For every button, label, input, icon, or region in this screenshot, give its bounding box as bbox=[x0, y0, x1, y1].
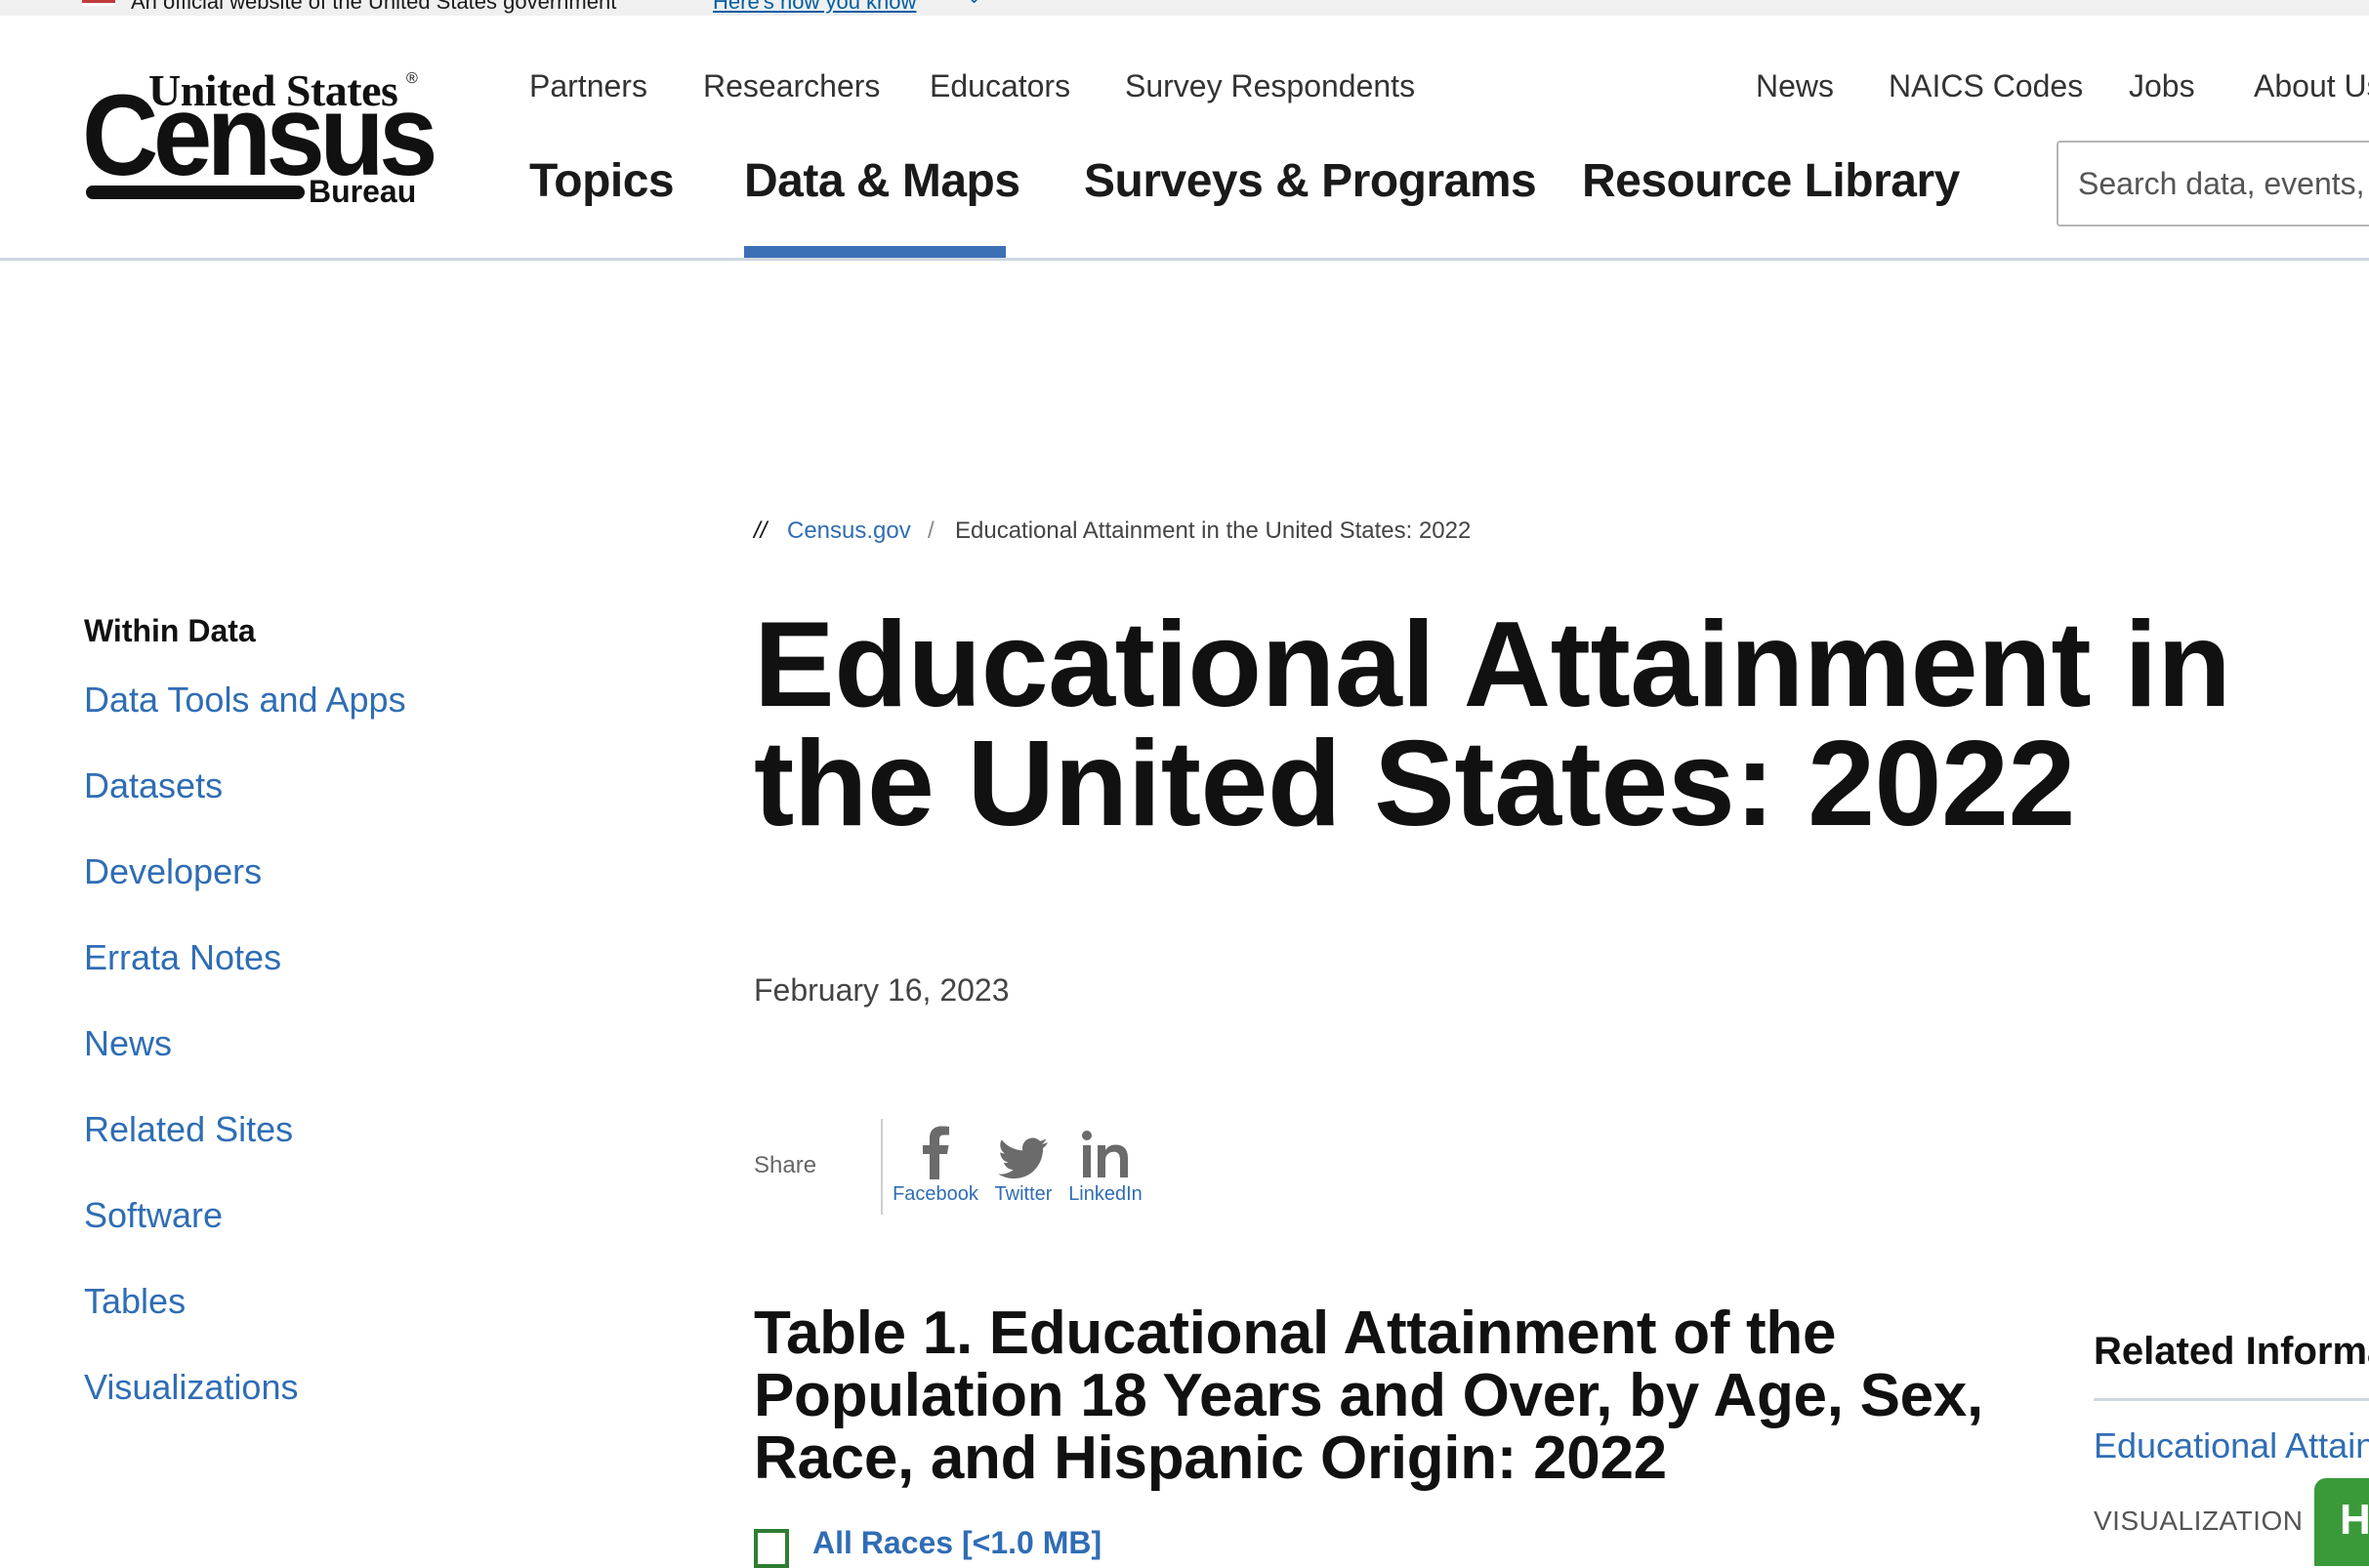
util-nav-researchers[interactable]: Researchers bbox=[703, 68, 880, 104]
main-nav-topics[interactable]: Topics bbox=[529, 154, 675, 208]
share-divider bbox=[881, 1119, 883, 1215]
breadcrumb-current: Educational Attainment in the United Sta… bbox=[955, 517, 1472, 544]
related-info-divider bbox=[2094, 1398, 2369, 1401]
util-nav-about-us[interactable]: About Us bbox=[2254, 68, 2369, 104]
census-logo[interactable]: United States ® Census Bureau bbox=[82, 64, 438, 211]
share-linkedin-button[interactable]: LinkedIn bbox=[1057, 1121, 1154, 1206]
sidebar-title: Within Data bbox=[84, 613, 256, 648]
sidebar-item-software[interactable]: Software bbox=[84, 1195, 223, 1236]
main-nav-resource-library[interactable]: Resource Library bbox=[1582, 154, 1960, 208]
sidebar-item-data-tools-and-apps[interactable]: Data Tools and Apps bbox=[84, 680, 406, 721]
sidebar-item-errata-notes[interactable]: Errata Notes bbox=[84, 937, 281, 978]
util-nav-news[interactable]: News bbox=[1756, 68, 1834, 104]
logo-underline bbox=[86, 186, 305, 199]
related-info-tag: VISUALIZATION bbox=[2094, 1506, 2304, 1536]
header-divider bbox=[0, 258, 2369, 261]
sidebar-item-visualizations[interactable]: Visualizations bbox=[84, 1367, 298, 1408]
util-nav-survey-respondents[interactable]: Survey Respondents bbox=[1125, 68, 1415, 104]
gov-banner-link[interactable]: Here's how you know bbox=[713, 0, 916, 15]
table-heading: Table 1. Educational Attainment of the P… bbox=[754, 1300, 1983, 1492]
util-nav-educators[interactable]: Educators bbox=[930, 68, 1070, 104]
publish-date: February 16, 2023 bbox=[754, 972, 1010, 1008]
share-linkedin-label: LinkedIn bbox=[1068, 1183, 1143, 1205]
related-info-title: Related Information bbox=[2094, 1330, 2369, 1373]
util-nav-jobs[interactable]: Jobs bbox=[2129, 68, 2195, 104]
search-input[interactable] bbox=[2058, 143, 2369, 225]
util-nav-partners[interactable]: Partners bbox=[529, 68, 647, 104]
sidebar-item-news[interactable]: News bbox=[84, 1023, 172, 1064]
gov-banner-text: An official website of the United States… bbox=[131, 0, 617, 14]
share-facebook-button[interactable]: Facebook bbox=[887, 1121, 984, 1206]
sidebar-item-developers[interactable]: Developers bbox=[84, 851, 262, 892]
util-nav-naics-codes[interactable]: NAICS Codes bbox=[1889, 68, 2083, 104]
page-title: Educational Attainment in the United Sta… bbox=[754, 598, 2231, 851]
facebook-icon bbox=[923, 1126, 949, 1179]
excel-file-icon bbox=[754, 1529, 789, 1568]
help-button[interactable]: H bbox=[2314, 1478, 2369, 1566]
linkedin-icon bbox=[1082, 1131, 1128, 1177]
sidebar-item-tables[interactable]: Tables bbox=[84, 1281, 186, 1322]
us-flag-icon bbox=[82, 0, 115, 6]
share-facebook-label: Facebook bbox=[893, 1183, 978, 1205]
chevron-down-icon[interactable]: ⌄ bbox=[967, 0, 981, 8]
breadcrumb-home-link[interactable]: Census.gov bbox=[787, 517, 911, 545]
breadcrumb-separator: / bbox=[928, 517, 935, 544]
sidebar-item-datasets[interactable]: Datasets bbox=[84, 765, 223, 806]
search-box bbox=[2057, 141, 2369, 227]
main-nav-data-maps[interactable]: Data & Maps bbox=[744, 154, 1020, 208]
breadcrumb-mark: // bbox=[754, 517, 768, 544]
related-info-link[interactable]: Educational Attainment bbox=[2094, 1425, 2369, 1466]
logo-bureau-text: Bureau bbox=[309, 174, 417, 209]
sidebar-item-related-sites[interactable]: Related Sites bbox=[84, 1109, 293, 1150]
gov-banner: An official website of the United States… bbox=[0, 0, 2369, 16]
share-label: Share bbox=[754, 1152, 817, 1178]
main-nav-surveys-programs[interactable]: Surveys & Programs bbox=[1084, 154, 1537, 208]
download-link[interactable]: All Races [<1.0 MB] bbox=[812, 1525, 1101, 1561]
active-nav-indicator bbox=[744, 246, 1006, 258]
